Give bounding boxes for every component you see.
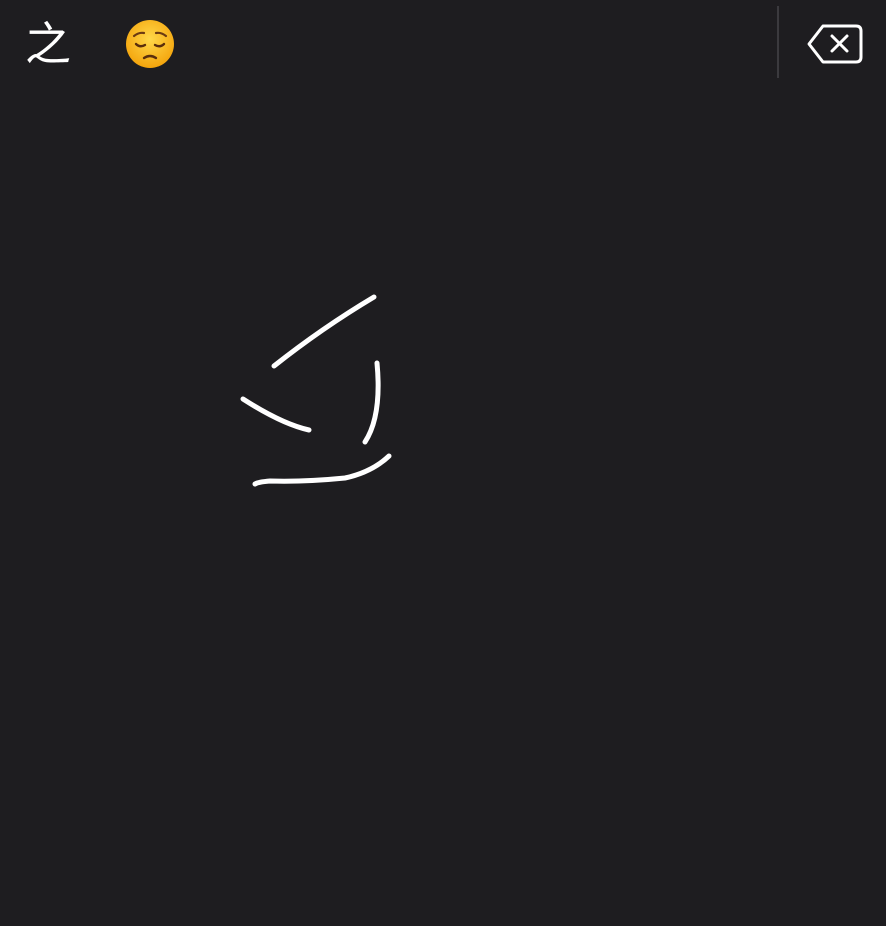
handwriting-stroke — [252, 453, 392, 487]
handwriting-canvas[interactable] — [0, 86, 886, 926]
candidate-emoji[interactable] — [108, 8, 192, 80]
handwriting-strokes — [240, 294, 392, 487]
backspace-icon — [807, 24, 863, 64]
candidate-character[interactable]: 之 — [10, 8, 86, 80]
handwriting-stroke — [271, 294, 377, 369]
candidate-bar: 之 — [0, 0, 886, 86]
handwriting-stroke — [240, 396, 312, 433]
candidate-bar-divider — [777, 6, 779, 78]
candidate-character-label: 之 — [25, 17, 71, 71]
handwriting-stroke — [362, 360, 381, 445]
handwriting-keyboard: 之 — [0, 0, 886, 926]
pensive-face-icon — [126, 20, 174, 68]
backspace-button[interactable] — [795, 8, 875, 80]
